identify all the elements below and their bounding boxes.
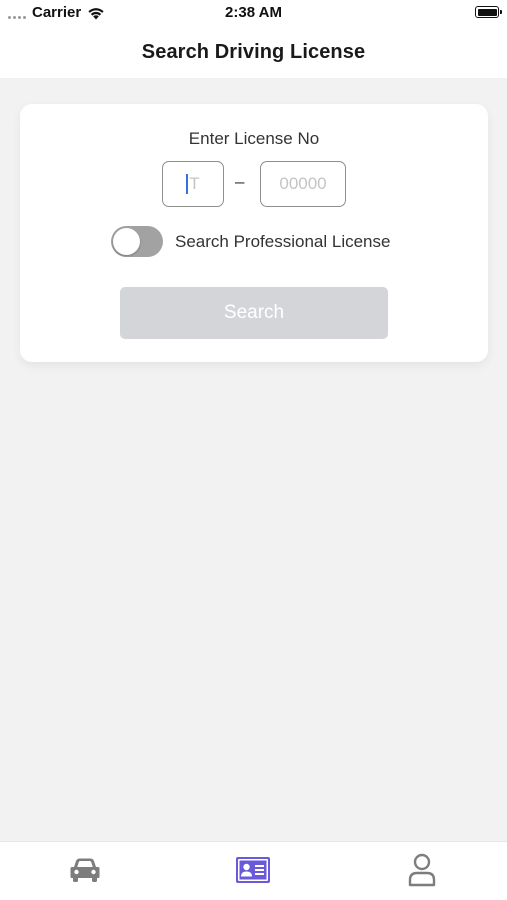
license-prefix-value: T — [189, 174, 200, 193]
person-icon — [408, 853, 436, 887]
status-bar: Carrier 2:38 AM — [0, 0, 507, 26]
license-search-card: Enter License No T – 00000 Search Profes… — [20, 104, 488, 362]
text-caret — [186, 174, 189, 194]
license-prefix-input[interactable]: T — [162, 161, 224, 207]
license-separator: – — [235, 172, 245, 191]
status-time: 2:38 AM — [225, 4, 282, 21]
page-title: Search Driving License — [141, 40, 366, 63]
tab-cars[interactable] — [67, 852, 103, 888]
license-number-label: Enter License No — [188, 129, 320, 148]
navigation-bar: Search Driving License — [0, 26, 507, 78]
license-number-input[interactable]: 00000 — [260, 161, 346, 207]
battery-icon — [475, 6, 502, 18]
id-card-icon — [236, 857, 270, 883]
professional-license-toggle-row: Search Professional License — [111, 226, 390, 257]
professional-license-toggle[interactable] — [111, 226, 163, 257]
tab-bar — [0, 841, 507, 900]
search-button[interactable]: Search — [120, 287, 388, 339]
professional-license-label: Search Professional License — [175, 231, 391, 251]
license-number-placeholder: 00000 — [279, 174, 327, 193]
tab-license-search[interactable] — [235, 852, 271, 888]
tab-profile[interactable] — [404, 852, 440, 888]
car-icon — [70, 858, 100, 882]
toggle-knob — [113, 228, 140, 255]
